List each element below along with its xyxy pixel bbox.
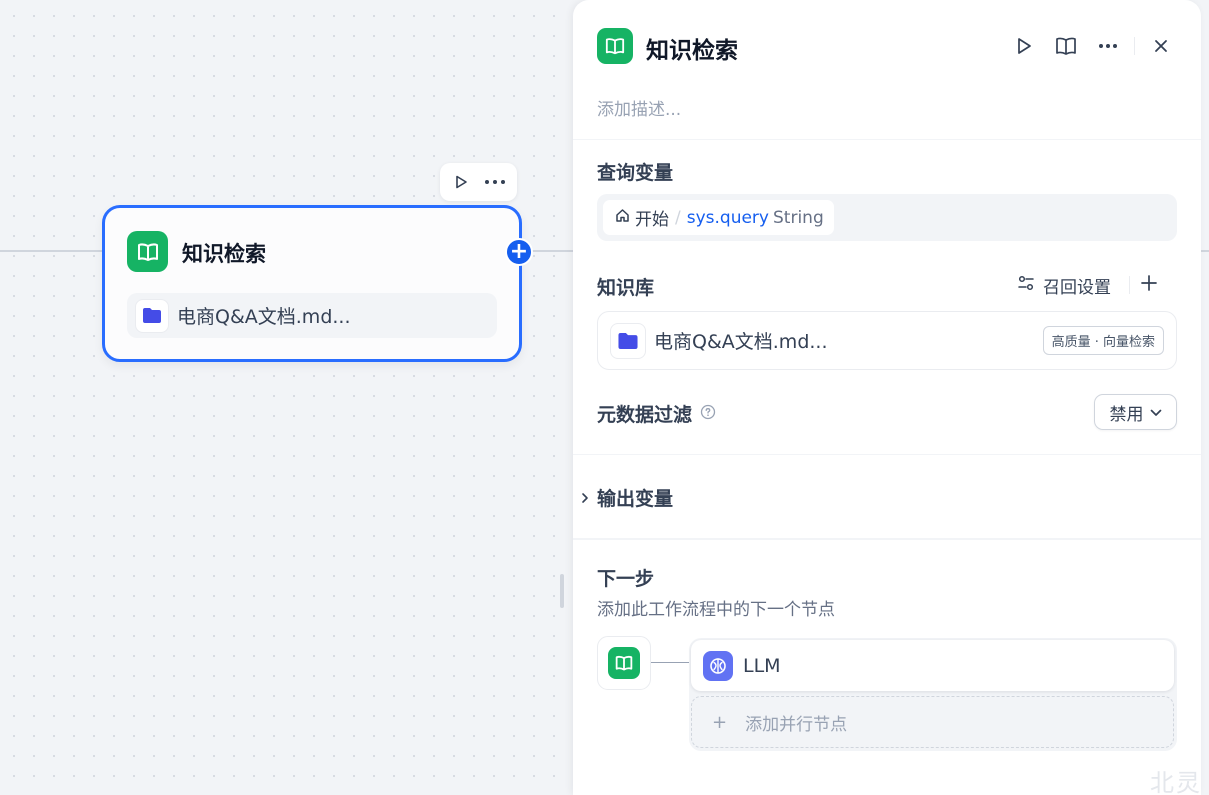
add-parallel-node-button[interactable]: + 添加并行节点	[691, 696, 1174, 748]
node-knowledge-name: 电商Q&A文档.md...	[177, 306, 351, 328]
knowledge-actions: 召回设置	[1017, 272, 1158, 298]
add-parallel-label: 添加并行节点	[745, 714, 848, 735]
plus-icon: +	[712, 711, 728, 733]
next-nodes-group: LLM + 添加并行节点	[689, 638, 1177, 751]
next-node-name: LLM	[743, 654, 781, 677]
docs-book-button[interactable]	[1052, 32, 1080, 60]
folder-icon	[610, 322, 646, 359]
node-knowledge-item: 电商Q&A文档.md...	[127, 293, 497, 338]
output-variables-title[interactable]: 输出变量	[597, 484, 673, 511]
panel-actions	[1010, 32, 1175, 60]
actions-divider	[1134, 37, 1135, 55]
more-horizontal-icon[interactable]	[1094, 32, 1122, 60]
metadata-filter-value: 禁用	[1109, 404, 1144, 425]
next-step-description: 添加此工作流程中的下一个节点	[597, 600, 835, 620]
node-title: 知识检索	[182, 242, 266, 266]
variable-tag[interactable]: 开始 / sys.query String	[603, 200, 834, 235]
chevron-right-icon[interactable]	[581, 489, 589, 508]
section-divider	[573, 454, 1201, 455]
chevron-down-icon	[1150, 402, 1162, 422]
next-step-title: 下一步	[597, 568, 655, 590]
node-config-panel: 知识检索 添加描述... 查询变量 开始 / sys.query String	[573, 0, 1201, 795]
variable-separator: /	[675, 207, 681, 228]
book-open-icon	[608, 647, 640, 679]
knowledge-item[interactable]: 电商Q&A文档.md... 高质量 · 向量检索	[597, 311, 1177, 370]
panel-title: 知识检索	[646, 38, 738, 64]
node-toolbar	[440, 163, 517, 201]
metadata-filter-title: 元数据过滤	[597, 404, 693, 426]
metadata-filter-select[interactable]: 禁用	[1094, 394, 1177, 430]
variable-name: sys.query	[686, 207, 769, 228]
section-divider	[573, 538, 1201, 540]
header-divider	[573, 139, 1201, 140]
next-node-llm[interactable]: LLM	[691, 640, 1174, 691]
retrieval-mode-badge: 高质量 · 向量检索	[1042, 326, 1164, 355]
current-node-icon	[597, 636, 651, 690]
canvas-edge-right	[1200, 250, 1209, 252]
panel-resize-handle[interactable]	[560, 574, 564, 608]
help-circle-icon[interactable]	[700, 404, 716, 424]
home-icon	[615, 208, 630, 228]
description-input[interactable]: 添加描述...	[597, 95, 681, 120]
settings-sliders-icon[interactable]	[1017, 274, 1035, 296]
recall-settings-button[interactable]: 召回设置	[1043, 273, 1111, 298]
query-variable-field[interactable]: 开始 / sys.query String	[597, 194, 1177, 241]
book-open-icon	[127, 231, 168, 272]
add-next-node-button[interactable]: +	[505, 238, 533, 266]
more-horizontal-icon[interactable]	[484, 179, 506, 185]
knowledge-retrieval-node[interactable]: 知识检索 电商Q&A文档.md...	[102, 205, 522, 362]
node-connector	[651, 658, 690, 667]
run-node-button[interactable]	[1010, 32, 1038, 60]
knowledge-item-name: 电商Q&A文档.md...	[654, 331, 828, 353]
knowledge-title: 知识库	[597, 277, 655, 299]
book-open-icon	[597, 28, 633, 64]
variable-type: String	[773, 207, 824, 228]
source-node-name: 开始	[635, 210, 669, 230]
close-icon[interactable]	[1147, 32, 1175, 60]
llm-brain-icon	[703, 650, 733, 681]
play-icon[interactable]	[452, 173, 470, 191]
watermark: 北灵	[1150, 769, 1202, 795]
knowledge-actions-divider	[1129, 276, 1130, 294]
folder-icon	[135, 298, 169, 333]
query-variable-title: 查询变量	[597, 162, 674, 184]
add-knowledge-button[interactable]	[1140, 274, 1158, 296]
